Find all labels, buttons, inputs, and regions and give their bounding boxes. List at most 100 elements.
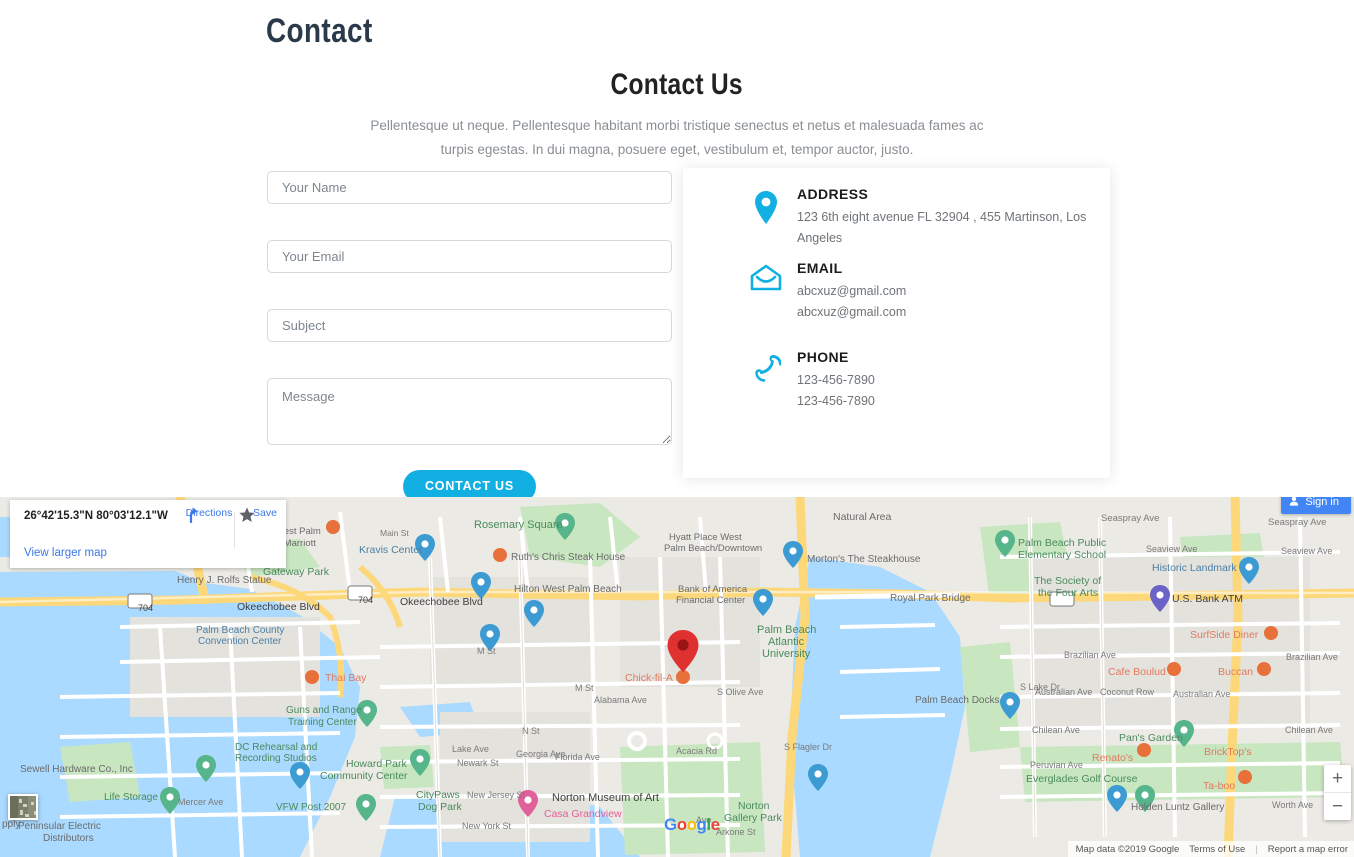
email-input[interactable] [267,240,672,273]
info-row-phone: PHONE 123-456-7890 123-456-7890 [735,349,875,412]
map-label: The Society of [1034,575,1102,587]
sign-in-button[interactable]: Sign in [1281,497,1351,514]
directions-icon [189,507,198,524]
google-logo-letter: o [686,815,697,834]
map-label: the Four Arts [1038,587,1099,599]
map-label: Elementary School [1018,549,1107,561]
terms-of-use-link[interactable]: Terms of Use [1189,844,1245,855]
map-label: New York St [462,821,512,831]
google-map[interactable]: Natural Area Seaspray Ave Seaspray Ave Rose… [0,497,1354,857]
map-label: pply [2,819,21,830]
phone-line-2[interactable]: 123-456-7890 [797,391,875,412]
map-label: Palm Beach County [196,625,285,636]
map-label: Coconut Row [1100,687,1155,697]
name-input[interactable] [267,171,672,204]
phone-icon [735,349,797,385]
satellite-thumb-image [10,796,36,818]
info-row-address: ADDRESS 123 6th eight avenue FL 32904 , … [735,186,1110,249]
map-label: Community Center [320,770,408,782]
map-label: Florida Ave [555,752,600,762]
map-attribution: Map data ©2019 Google Terms of Use | Rep… [1067,841,1354,857]
view-larger-map-link[interactable]: View larger map [24,547,107,559]
map-label: Seaview Ave [1146,544,1198,554]
page-title: Contact [266,12,373,50]
google-logo: Google [664,815,720,835]
email-heading: EMAIL [797,260,843,276]
google-logo-letter: e [710,815,720,834]
zoom-out-button[interactable]: − [1324,793,1351,820]
map-label: Seaspray Ave [1268,517,1327,528]
map-label: Convention Center [198,636,282,647]
save-button[interactable]: Save [238,506,292,523]
email-line-2[interactable]: abcxuz@gmail.com [797,302,906,323]
section-subtext: Pellentesque ut neque. Pellentesque habi… [370,118,984,157]
map-label: Financial Center [676,595,746,606]
map-label: Renato's [1092,752,1134,764]
map-label: Recording Studios [235,753,317,764]
map-label: Sewell Hardware Co., Inc [20,764,133,775]
map-label: Brazilian Ave [1064,650,1116,660]
map-label: Brazilian Ave [1286,652,1338,662]
map-label: Mercer Ave [178,797,224,807]
map-label: Alabama Ave [594,695,647,705]
map-label: Bank of America [678,584,748,595]
map-label: N St [522,726,540,736]
map-label: Okeechobee Blvd [400,596,483,608]
map-label: CityPaws [416,789,460,801]
map-label: Royal Park Bridge [890,593,971,604]
map-label: SurfSide Diner [1190,629,1259,641]
map-label: Training Center [288,717,357,728]
map-label: Chick-fil-A [625,672,673,684]
map-label: Palm Beach/Downtown [664,543,763,554]
report-map-error-link[interactable]: Report a map error [1268,844,1348,855]
map-label: Hilton West Palm Beach [514,584,622,595]
subject-input[interactable] [267,309,672,342]
map-label: Lake Ave [452,744,489,754]
map-label: S Flagler Dr [784,742,833,752]
map-label: Ta-boo [1203,780,1236,792]
contact-info-card: ADDRESS 123 6th eight avenue FL 32904 , … [683,168,1110,478]
map-label: Norton Museum of Art [552,792,659,804]
map-label: Norton [738,800,770,812]
map-label: Historic Landmark [1152,562,1237,574]
info-row-email: EMAIL abcxuz@gmail.com abcxuz@gmail.com [735,260,906,323]
message-textarea[interactable] [267,378,672,445]
map-label: Life Storage [104,792,158,803]
map-label: Arkone St [716,827,756,837]
envelope-icon [735,260,797,292]
map-label: Thai Bay [325,672,367,684]
map-label: Peninsular Electric [18,821,101,832]
map-label: Holden Luntz Gallery [1131,802,1225,813]
google-logo-letter: G [664,815,677,834]
map-label: Kravis Center [359,544,423,556]
map-label: Buccan [1218,666,1254,678]
contact-page: Contact Contact Us Pellentesque ut neque… [0,0,1354,857]
sign-in-label: Sign in [1305,497,1339,508]
map-label: Chilean Ave [1285,725,1333,735]
directions-button[interactable]: Directions [182,506,236,524]
google-logo-letter: g [696,815,707,834]
phone-line-1[interactable]: 123-456-7890 [797,370,875,391]
map-label: Peruvian Ave [1030,760,1083,770]
map-label: U.S. Bank ATM [1172,593,1243,605]
google-logo-letter: o [676,815,687,834]
map-label: Seaview Ave [1281,546,1333,556]
map-label: Everglades Golf Course [1026,773,1138,785]
map-pin-icon [735,186,797,226]
map-label: S Lake Dr [1020,682,1061,692]
map-label: Australian Ave [1173,689,1231,699]
map-label: M St [477,646,496,656]
map-zoom-controls: + − [1324,765,1351,820]
map-label: New Jersey St [467,790,526,800]
zoom-in-button[interactable]: + [1324,765,1351,792]
map-label: DC Rehearsal and [235,742,318,753]
map-label: VFW Post 2007 [276,802,347,813]
satellite-toggle-thumbnail[interactable] [8,794,38,820]
email-line-1[interactable]: abcxuz@gmail.com [797,281,906,302]
map-label: S Olive Ave [717,687,764,697]
section-header: Contact Us Pellentesque ut neque. Pellen… [0,68,1354,162]
map-label: Howard Park [346,758,407,770]
map-label: Okeechobee Blvd [237,601,320,613]
map-label: Atlantic [768,636,805,648]
info-text-phone: PHONE 123-456-7890 123-456-7890 [797,349,875,412]
